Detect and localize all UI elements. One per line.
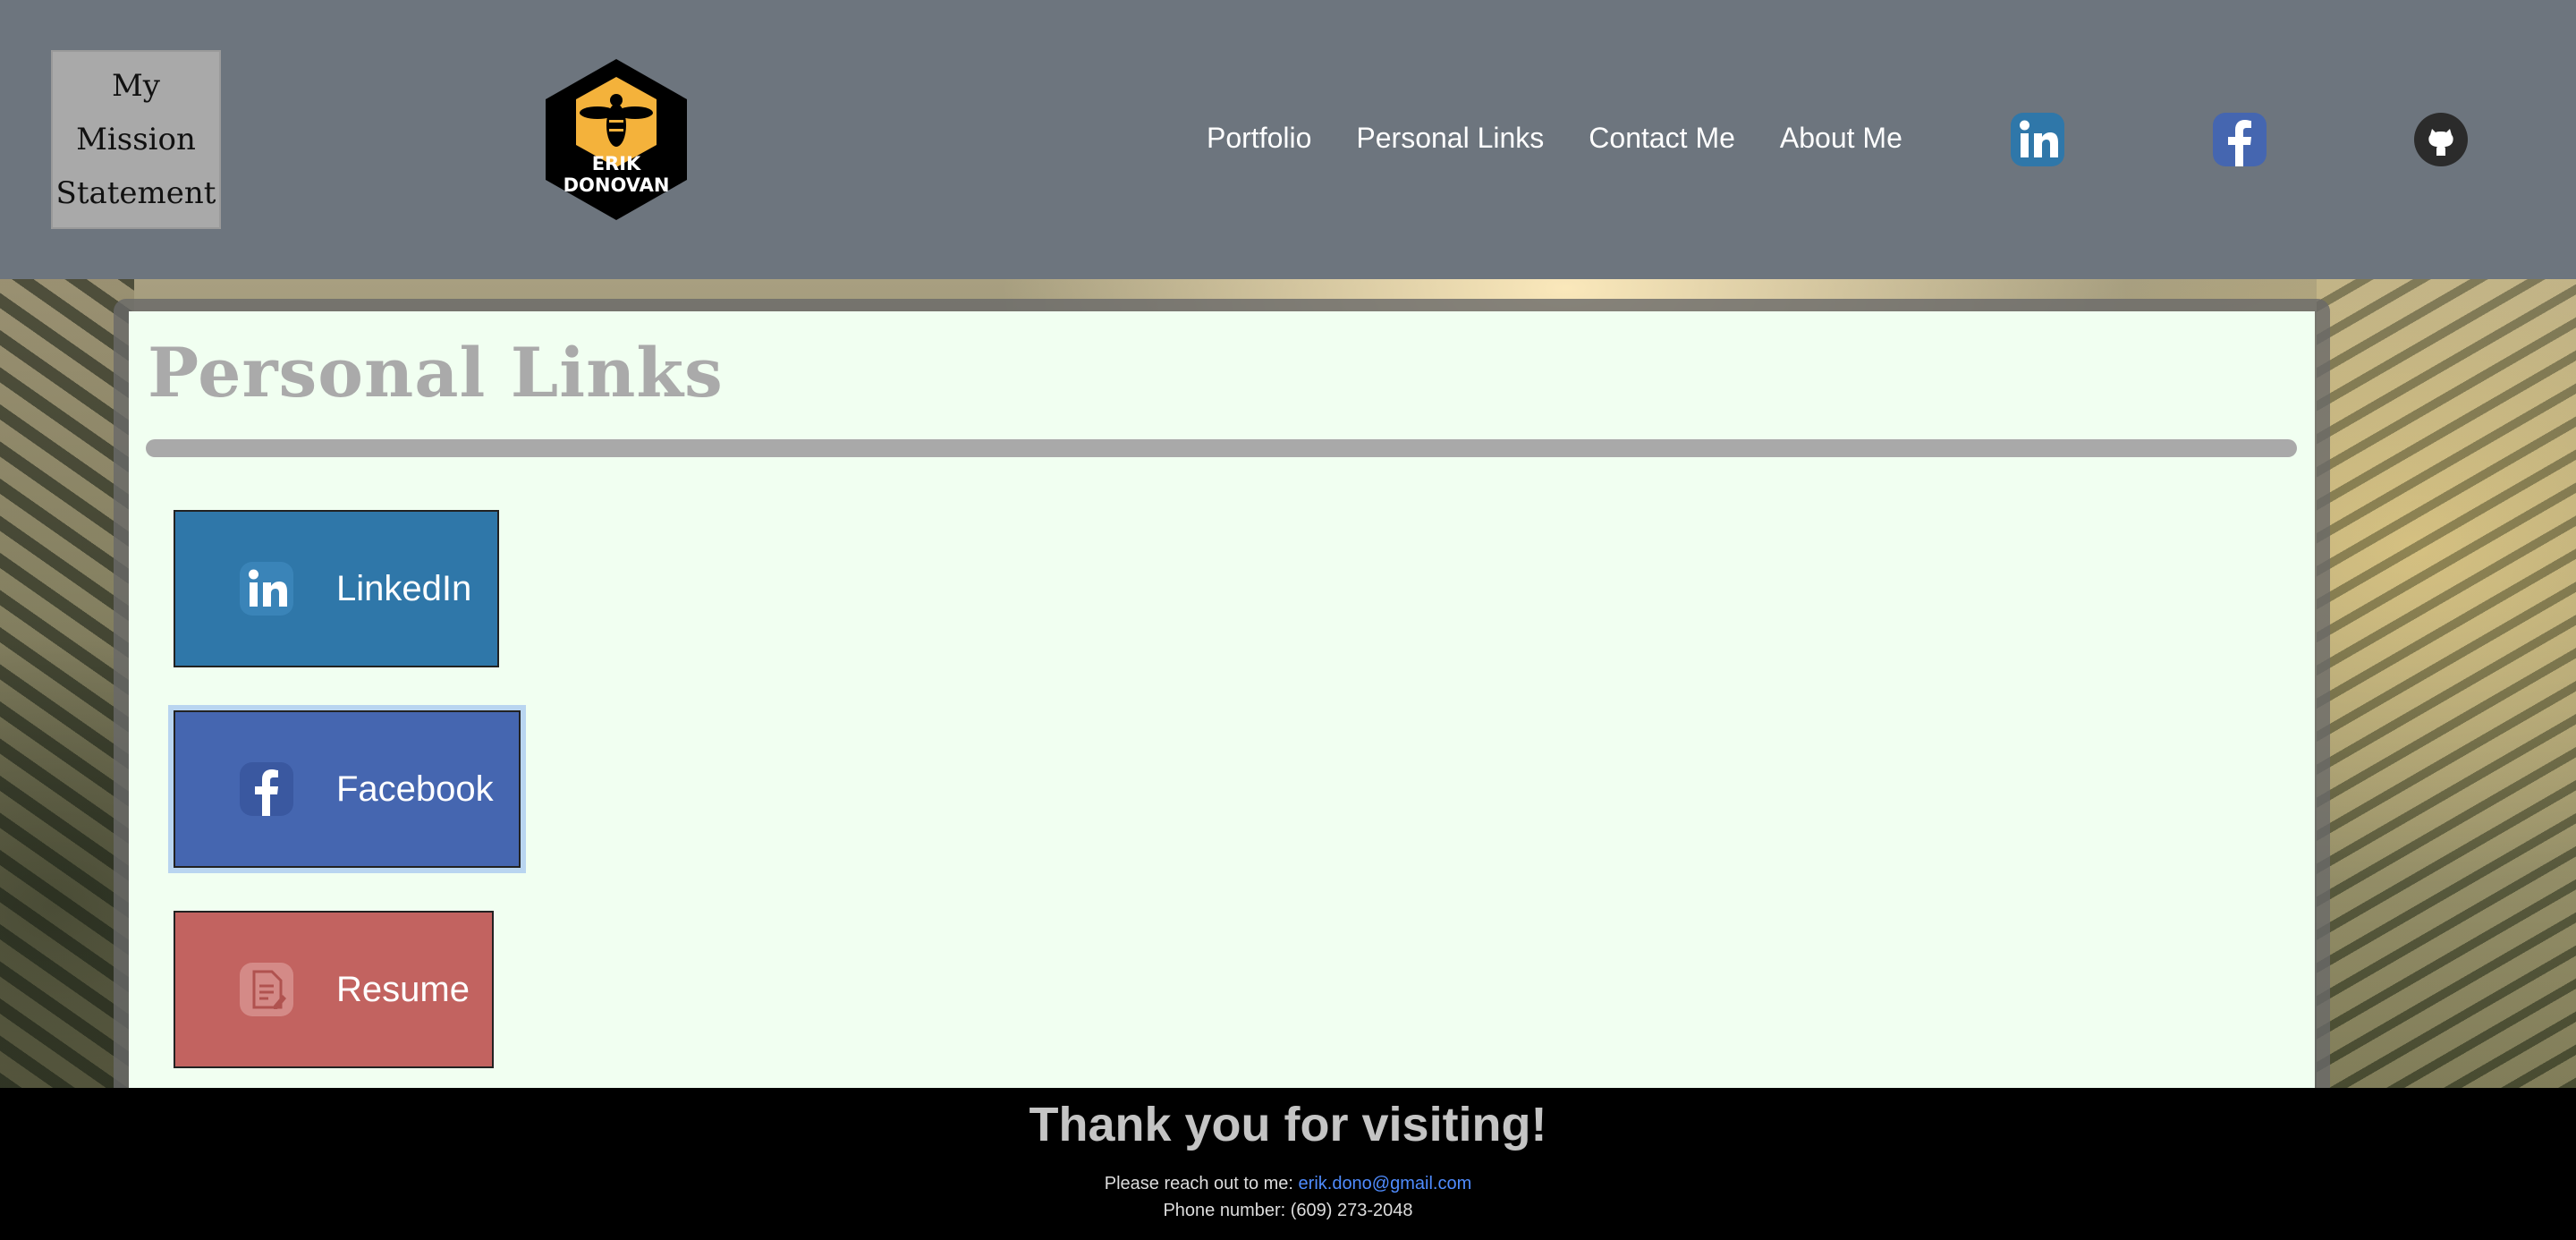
mission-line: Statement [55,175,216,211]
svg-text:ERIK: ERIK [592,153,641,174]
footer-contact-line: Please reach out to me: erik.dono@gmail.… [0,1174,2576,1194]
linkedin-icon [240,562,293,616]
nav-personal-links[interactable]: Personal Links [1356,122,1544,155]
footer-heading: Thank you for visiting! [1029,1098,1547,1151]
facebook-icon[interactable] [2211,111,2268,168]
page-title: Personal Links [148,333,724,412]
mission-line: Mission [76,122,196,157]
nav-contact-me[interactable]: Contact Me [1589,122,1735,155]
footer-contact-prefix: Please reach out to me: [1104,1174,1299,1193]
erik-donovan-logo[interactable]: ERIK DONOVAN [542,57,691,222]
facebook-icon [240,762,293,816]
footer-phone: Phone number: (609) 273-2048 [1163,1201,1413,1220]
facebook-link-button[interactable]: Facebook [168,705,526,873]
mission-statement-button[interactable]: My Mission Statement [51,50,221,229]
site-footer: Thank you for visiting! Please reach out… [0,1088,2576,1240]
linkedin-button-label: LinkedIn [336,568,472,608]
resume-button-label: Resume [336,969,470,1009]
linkedin-icon[interactable] [2009,111,2066,168]
foliage-right [2317,279,2576,1088]
mission-line: My [111,68,161,104]
svg-text:DONOVAN: DONOVAN [564,174,670,196]
facebook-button-label: Facebook [336,769,494,809]
resume-icon [240,963,293,1016]
main-nav: Portfolio Personal Links Contact Me Abou… [1207,122,1902,155]
github-icon[interactable] [2412,111,2470,168]
nav-about-me[interactable]: About Me [1780,122,1902,155]
title-divider [146,439,2297,457]
resume-link-button[interactable]: Resume [174,911,494,1068]
site-header: My Mission Statement ERIK DONOVAN Portfo… [0,0,2576,279]
nav-portfolio[interactable]: Portfolio [1207,122,1311,155]
footer-email-link[interactable]: erik.dono@gmail.com [1299,1174,1472,1193]
linkedin-link-button[interactable]: LinkedIn [174,510,499,667]
